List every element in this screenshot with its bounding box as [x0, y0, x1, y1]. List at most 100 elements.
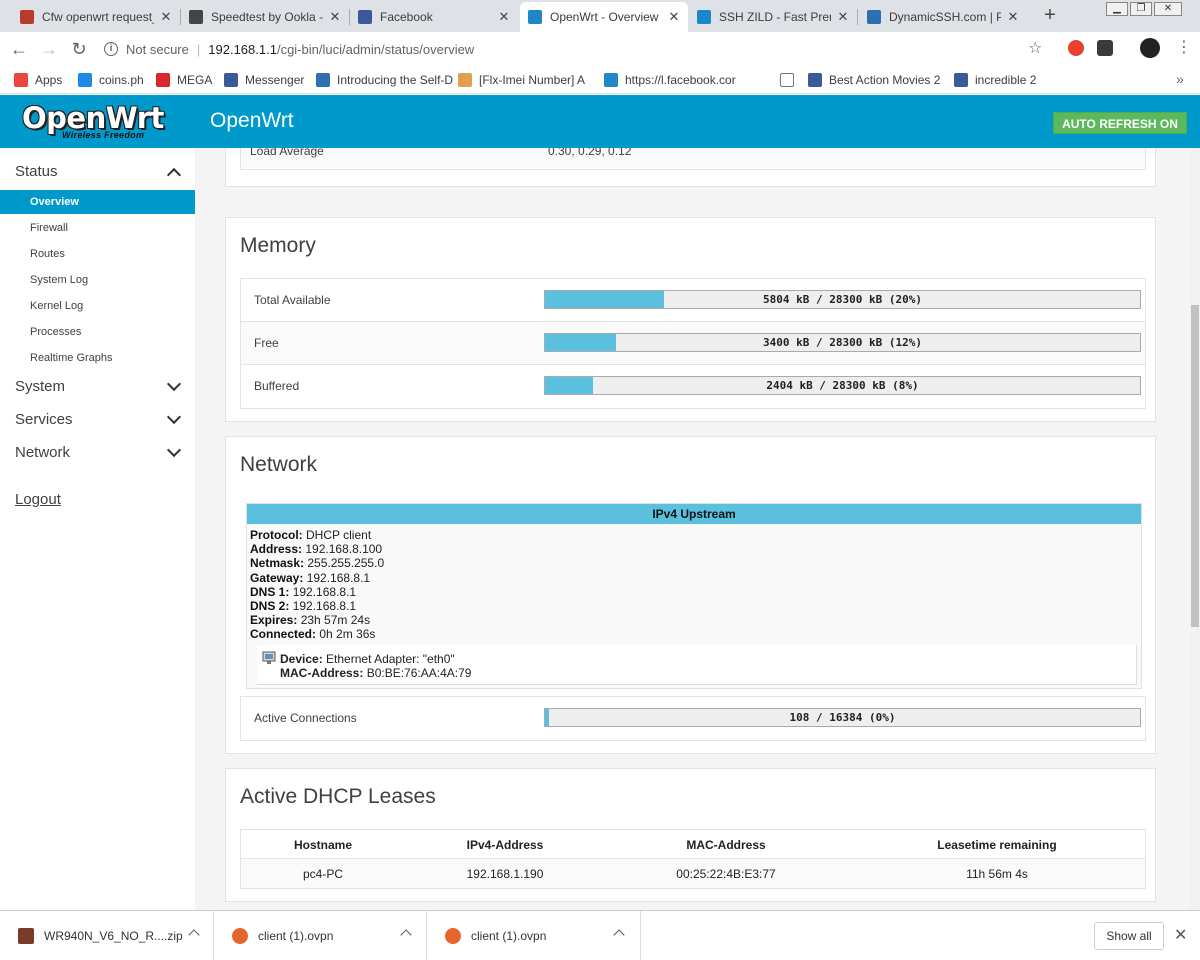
menu-section-label: System	[15, 378, 66, 395]
system-panel: Load Average 0.30, 0.29, 0.12	[225, 148, 1156, 187]
menu-section-network[interactable]: Network	[0, 438, 195, 468]
profile-avatar[interactable]	[1140, 38, 1160, 58]
detail-line: Expires: 23h 57m 24s	[250, 613, 384, 627]
tab-close-icon[interactable]: ✕	[837, 9, 849, 25]
download-item[interactable]: client (1).ovpn	[214, 911, 427, 960]
reload-icon[interactable]: ↻	[68, 38, 90, 60]
forward-arrow-icon[interactable]: →	[38, 38, 60, 60]
tab-close-icon[interactable]: ✕	[329, 9, 341, 25]
bookmark-item[interactable]: Best Action Movies 2	[808, 71, 950, 89]
menu-item-processes[interactable]: Processes	[0, 320, 195, 344]
address-bar[interactable]: i Not secure | 192.168.1.1 /cgi-bin/luci…	[104, 36, 1054, 62]
browser-toolbar: ← → ↻ i Not secure | 192.168.1.1 /cgi-bi…	[0, 32, 1200, 66]
openvpn-file-icon	[445, 928, 461, 944]
tab-close-icon[interactable]: ✕	[668, 9, 680, 25]
bookmarks-overflow-icon[interactable]: »	[1176, 71, 1184, 87]
menu-item-realtime-graphs[interactable]: Realtime Graphs	[0, 346, 195, 370]
bookmark-item[interactable]: Messenger	[224, 71, 312, 89]
browser-tab[interactable]: DynamicSSH.com | Pre ✕	[859, 2, 1027, 32]
cell-leasetime: 11h 56m 4s	[966, 867, 1028, 881]
minimize-icon[interactable]: ▁	[1106, 2, 1128, 16]
detail-key: Netmask:	[250, 556, 305, 571]
menu-item-overview[interactable]: Overview	[0, 190, 195, 214]
close-icon[interactable]: ✕	[1174, 925, 1187, 945]
chevron-down-icon	[166, 442, 182, 458]
menu-section-services[interactable]: Services	[0, 405, 195, 435]
bookmark-star-icon[interactable]: ☆	[1028, 38, 1042, 58]
tab-close-icon[interactable]: ✕	[498, 9, 510, 25]
auto-refresh-toggle[interactable]: AUTO REFRESH ON	[1053, 112, 1187, 134]
browser-tab[interactable]: Speedtest by Ookla - T ✕	[181, 2, 349, 32]
browser-menu-icon[interactable]: ⋮	[1176, 38, 1192, 58]
menu-item-routes[interactable]: Routes	[0, 242, 195, 266]
bookmark-item[interactable]: [Flx-Imei Number] A	[458, 71, 600, 89]
tab-close-icon[interactable]: ✕	[160, 9, 172, 25]
memory-panel: Memory Total Available 5804 kB / 28300 k…	[225, 217, 1156, 422]
browser-tab[interactable]: OpenWrt - Overview - L ✕	[520, 2, 688, 32]
menu-section-status[interactable]: Status	[0, 157, 195, 187]
back-arrow-icon[interactable]: ←	[8, 38, 30, 60]
menu-item-system-log[interactable]: System Log	[0, 268, 195, 292]
bookmark-item[interactable]	[780, 71, 802, 89]
download-item[interactable]: client (1).ovpn	[427, 911, 641, 960]
chevron-up-icon[interactable]	[400, 929, 412, 941]
bookmark-item[interactable]: https://l.facebook.cor	[604, 71, 776, 89]
chevron-up-icon[interactable]	[613, 929, 625, 941]
bookmark-favicon-icon	[808, 73, 822, 87]
ipv4-upstream-title: IPv4 Upstream	[247, 504, 1141, 524]
chevron-up-icon[interactable]	[188, 929, 200, 941]
info-icon[interactable]: i	[104, 42, 118, 56]
maximize-icon[interactable]: ❐	[1130, 2, 1152, 16]
detail-value: 255.255.255.0	[307, 556, 385, 571]
shield-extension-icon[interactable]	[1097, 40, 1113, 56]
bookmark-item[interactable]: Introducing the Self-D	[316, 71, 454, 89]
bookmark-item[interactable]: coins.ph	[78, 71, 152, 89]
tab-favicon-icon	[528, 10, 542, 24]
bookmark-label: Introducing the Self-D	[337, 73, 454, 87]
memory-label: Buffered	[254, 379, 300, 393]
detail-line: Device: Ethernet Adapter: "eth0"	[280, 652, 471, 666]
url-host: 192.168.1.1	[208, 41, 277, 57]
bookmark-favicon-icon	[224, 73, 238, 87]
header-title[interactable]: OpenWrt	[210, 109, 294, 133]
openwrt-logo[interactable]: OpenWrt Wireless Freedom	[22, 101, 174, 141]
tab-close-icon[interactable]: ✕	[1007, 9, 1019, 25]
detail-key: Connected:	[250, 627, 316, 642]
menu-item-firewall[interactable]: Firewall	[0, 216, 195, 240]
browser-tab[interactable]: SSH ZILD - Fast Premiu ✕	[689, 2, 857, 32]
logout-link[interactable]: Logout	[15, 491, 61, 508]
detail-line: Address: 192.168.8.100	[250, 542, 384, 556]
ethernet-port-icon	[262, 651, 276, 664]
dhcp-table: Hostname IPv4-Address MAC-Address Leaset…	[240, 829, 1146, 889]
bookmark-item[interactable]: incredible 2	[954, 71, 1046, 89]
scrollbar-thumb[interactable]	[1191, 305, 1199, 627]
tab-favicon-icon	[189, 10, 203, 24]
logo-tagline: Wireless Freedom	[62, 130, 145, 140]
active-connections-label: Active Connections	[254, 711, 357, 725]
download-filename: client (1).ovpn	[258, 929, 334, 943]
browser-tab[interactable]: Facebook ✕	[350, 2, 518, 32]
detail-line: Netmask: 255.255.255.0	[250, 556, 384, 570]
bookmark-favicon-icon	[78, 73, 92, 87]
download-filename: WR940N_V6_NO_R....zip	[44, 929, 183, 943]
progress-bar: 3400 kB / 28300 kB (12%)	[544, 333, 1141, 352]
browser-tab[interactable]: Cfw openwrt request_ ✕	[12, 2, 180, 32]
close-window-icon[interactable]: ✕	[1154, 2, 1182, 16]
sidebar-menu: Status Overview Firewall Routes System L…	[0, 148, 195, 910]
bookmark-item[interactable]: Apps	[14, 71, 74, 89]
page-scrollbar[interactable]	[1190, 148, 1200, 910]
detail-value: 0h 2m 36s	[319, 627, 376, 642]
load-average-value: 0.30, 0.29, 0.12	[548, 148, 632, 158]
bookmark-item[interactable]: MEGA	[156, 71, 220, 89]
bookmark-label: Messenger	[245, 73, 305, 87]
menu-item-kernel-log[interactable]: Kernel Log	[0, 294, 195, 318]
new-tab-button[interactable]: +	[1040, 5, 1060, 26]
menu-section-label: Network	[15, 444, 71, 461]
url-path: /cgi-bin/luci/admin/status/overview	[276, 41, 475, 57]
show-all-button[interactable]: Show all	[1094, 922, 1164, 950]
menu-section-system[interactable]: System	[0, 372, 195, 402]
download-item[interactable]: WR940N_V6_NO_R....zip	[0, 911, 214, 960]
opera-extension-icon[interactable]	[1068, 40, 1084, 56]
tab-favicon-icon	[358, 10, 372, 24]
memory-title: Memory	[240, 234, 316, 257]
